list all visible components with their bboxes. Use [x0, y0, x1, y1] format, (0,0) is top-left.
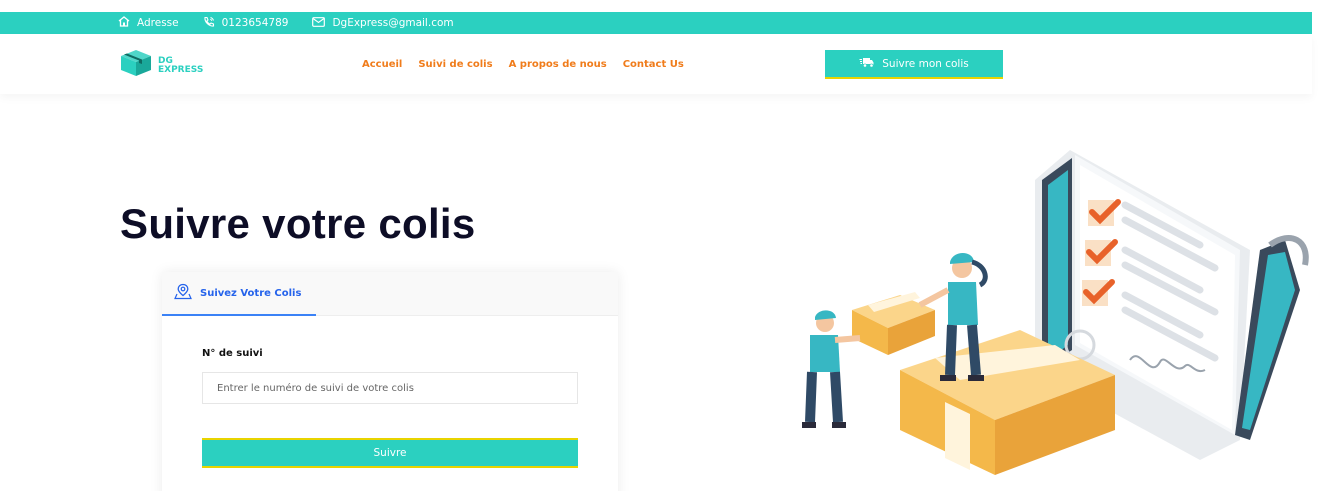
truck-icon — [859, 57, 882, 71]
mail-icon — [312, 16, 332, 30]
top-contact-bar: Adresse 0123654789 DgExpress@gmail.com — [0, 12, 1312, 34]
track-button-label: Suivre mon colis — [882, 57, 969, 70]
page-title: Suivre votre colis — [120, 200, 476, 247]
track-my-parcel-button[interactable]: Suivre mon colis — [825, 50, 1003, 79]
card-tabs: Suivez Votre Colis — [162, 272, 618, 316]
tracking-number-input[interactable] — [202, 372, 578, 404]
nav-a-propos[interactable]: A propos de nous — [509, 59, 607, 70]
main-header: DG EXPRESS Accueil Suivi de colis A prop… — [0, 34, 1312, 94]
location-pin-icon — [174, 283, 200, 303]
nav-accueil[interactable]: Accueil — [362, 59, 402, 70]
courier-left-illustration — [802, 310, 861, 428]
tracking-card: Suivez Votre Colis N° de suivi Suivre — [162, 272, 618, 491]
address-item: Adresse — [118, 16, 179, 30]
logo-line2: EXPRESS — [158, 64, 204, 75]
nav-suivi-de-colis[interactable]: Suivi de colis — [418, 59, 492, 70]
nav-contact[interactable]: Contact Us — [623, 59, 684, 70]
email-item[interactable]: DgExpress@gmail.com — [312, 16, 454, 30]
phone-icon — [203, 16, 222, 31]
logo[interactable]: DG EXPRESS — [118, 49, 203, 82]
address-text: Adresse — [137, 17, 179, 29]
home-icon — [118, 16, 137, 30]
track-submit-button[interactable]: Suivre — [202, 438, 578, 468]
tab-label: Suivez Votre Colis — [200, 287, 302, 299]
delivery-illustration — [780, 140, 1319, 480]
logo-text: DG EXPRESS — [158, 56, 204, 75]
email-text[interactable]: DgExpress@gmail.com — [332, 17, 453, 29]
phone-item[interactable]: 0123654789 — [203, 16, 289, 31]
tracking-number-label: N° de suivi — [202, 348, 263, 359]
box-logo-icon — [118, 49, 154, 82]
tab-suivez-votre-colis[interactable]: Suivez Votre Colis — [162, 272, 316, 316]
main-nav: Accueil Suivi de colis A propos de nous … — [362, 59, 700, 70]
phone-text[interactable]: 0123654789 — [222, 17, 289, 29]
